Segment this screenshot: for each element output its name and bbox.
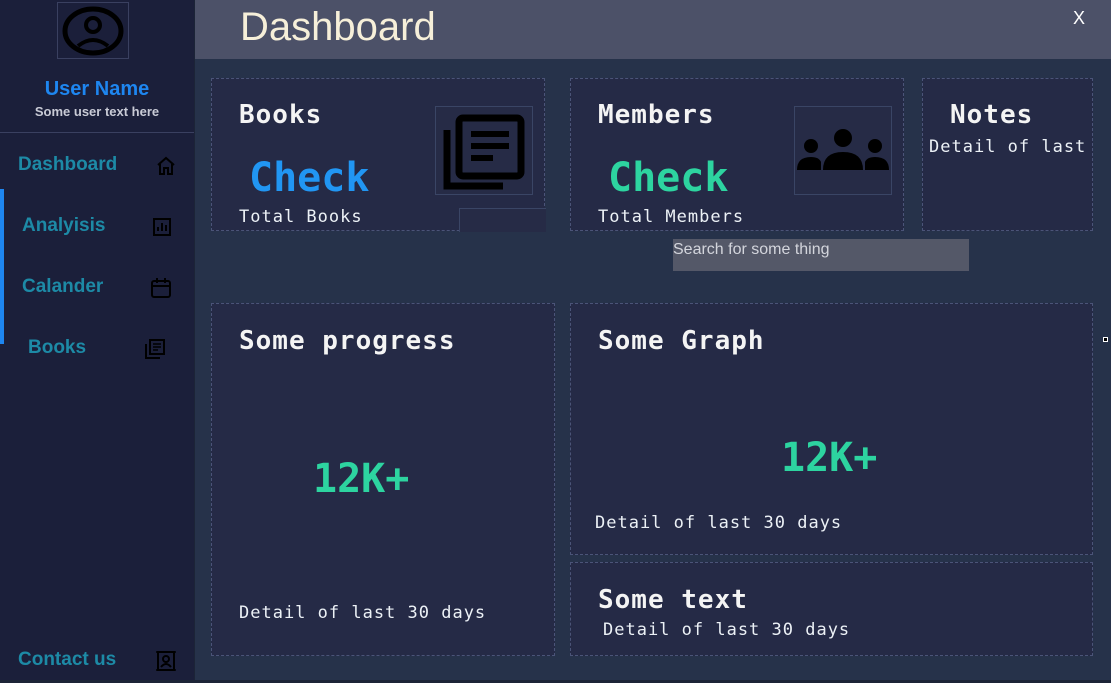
avatar[interactable] <box>57 2 129 59</box>
progress-card-title: Some progress <box>239 326 456 356</box>
sidebar-item-label: Books <box>28 337 87 358</box>
notes-card[interactable]: Notes Detail of last <box>922 78 1093 231</box>
sidebar-item-label: Analyisis <box>22 215 106 236</box>
notes-card-title: Notes <box>950 100 1034 130</box>
books-icon <box>145 339 165 359</box>
notes-card-subtitle: Detail of last <box>929 137 1087 157</box>
sidebar-item-calendar[interactable]: Calander <box>0 266 194 310</box>
text-card-subtitle: Detail of last 30 days <box>603 620 851 640</box>
members-card-value: Check <box>608 155 729 201</box>
sidebar-item-label: Dashboard <box>18 154 118 175</box>
calendar-icon <box>151 278 171 298</box>
search-placeholder: Search for some thing <box>673 241 830 258</box>
progress-card-value: 12K+ <box>313 456 410 502</box>
members-card-subtitle: Total Members <box>598 207 745 227</box>
books-card[interactable]: Books Check Total Books <box>211 78 546 232</box>
sidebar-item-label: Calander <box>22 276 104 297</box>
books-card-icon-box <box>435 106 533 195</box>
header-bar: Dashboard X <box>195 0 1111 59</box>
books-icon <box>443 114 525 189</box>
page-title: Dashboard <box>240 5 436 49</box>
user-avatar-icon <box>62 6 124 55</box>
user-name: User Name <box>44 78 150 100</box>
progress-card-subtitle: Detail of last 30 days <box>239 603 487 623</box>
sidebar: User Name Some user text here Dashboard … <box>0 0 194 680</box>
sidebar-item-analysis[interactable]: Analyisis <box>0 205 194 249</box>
members-card-icon-box <box>794 106 892 195</box>
sidebar-item-label: Contact us <box>18 649 117 670</box>
members-card-title: Members <box>598 100 715 130</box>
books-card-title: Books <box>239 100 323 130</box>
group-icon <box>797 128 889 170</box>
text-card[interactable]: Some text Detail of last 30 days <box>570 562 1093 656</box>
books-card-subtitle: Total Books <box>239 207 363 227</box>
graph-card-title: Some Graph <box>598 326 765 356</box>
contact-icon <box>156 651 176 671</box>
chart-icon <box>153 218 171 236</box>
text-card-title: Some text <box>598 585 748 615</box>
graph-card-value: 12K+ <box>781 435 878 481</box>
search-input[interactable]: Search for some thing <box>673 239 969 271</box>
sidebar-item-contact[interactable]: Contact us <box>0 639 194 683</box>
graph-card[interactable]: Some Graph 12K+ Detail of last 30 days <box>570 303 1093 555</box>
close-button[interactable]: X <box>1073 8 1085 29</box>
books-card-tab <box>459 208 546 232</box>
user-subtitle: Some user text here <box>34 104 160 119</box>
sidebar-divider <box>0 132 194 133</box>
sidebar-item-books[interactable]: Books <box>0 327 194 371</box>
members-card[interactable]: Members Check Total Members <box>570 78 904 231</box>
progress-card[interactable]: Some progress 12K+ Detail of last 30 day… <box>211 303 555 656</box>
books-card-value: Check <box>249 155 370 201</box>
resize-handle[interactable] <box>1103 337 1108 342</box>
sidebar-item-dashboard[interactable]: Dashboard <box>0 144 194 188</box>
graph-card-subtitle: Detail of last 30 days <box>595 513 843 533</box>
home-icon <box>157 156 175 175</box>
